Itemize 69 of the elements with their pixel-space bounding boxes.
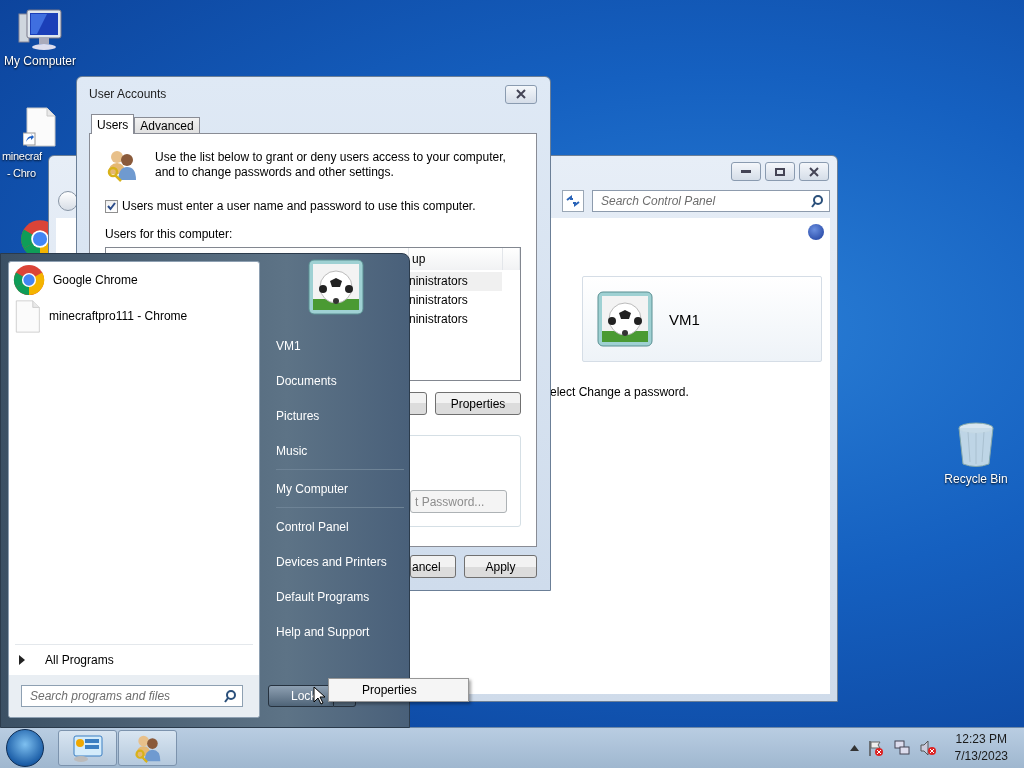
search-field[interactable]: Search Control Panel <box>592 190 830 212</box>
window-title: User Accounts <box>89 87 167 101</box>
network-icon[interactable] <box>892 739 911 757</box>
menu-item[interactable]: VM1 <box>268 328 404 363</box>
column-header[interactable]: up <box>409 248 503 270</box>
up-arrow-icon[interactable] <box>849 745 859 751</box>
close-icon <box>515 89 527 99</box>
users-icon <box>105 148 139 182</box>
minimize-button[interactable] <box>731 162 761 181</box>
control-panel-icon <box>70 733 105 763</box>
flag-icon[interactable] <box>866 739 885 757</box>
column-header <box>503 248 520 270</box>
clock-time[interactable]: 12:23 PM <box>955 731 1007 748</box>
cursor-icon <box>313 686 326 705</box>
close-icon <box>808 166 820 177</box>
menu-item[interactable]: Devices and Printers <box>268 544 404 579</box>
checkmark-icon <box>107 201 116 211</box>
recycle-bin-icon[interactable] <box>956 422 996 468</box>
instruction-text: elect Change a password. <box>550 385 690 399</box>
search-icon <box>811 194 823 208</box>
menu-item[interactable]: Documents <box>268 363 404 398</box>
menu-item[interactable]: Control Panel <box>268 509 404 544</box>
computer-icon[interactable] <box>17 8 63 52</box>
search-icon <box>224 689 236 703</box>
dialog-button[interactable]: ancel <box>410 555 456 578</box>
maximize-icon <box>775 167 785 176</box>
muted-speaker-icon[interactable] <box>918 739 937 757</box>
close-button[interactable] <box>799 162 829 181</box>
icon-label: Recycle Bin <box>944 472 1008 487</box>
program-item[interactable]: Google Chrome <box>9 262 259 298</box>
close-button[interactable] <box>505 84 537 104</box>
icon-label: minecraf <box>2 149 42 164</box>
menu-item[interactable]: Default Programs <box>268 579 404 614</box>
refresh-button[interactable] <box>562 190 584 212</box>
checkbox-label: Users must enter a user name and password to use this computer. <box>122 199 476 213</box>
minimize-icon <box>741 169 751 174</box>
soccer-ball-avatar <box>597 291 653 347</box>
tab[interactable]: Advanced <box>134 117 200 134</box>
menu-item[interactable]: My Computer <box>268 471 404 506</box>
description-text: Use the list below to grant or deny users access to your computer, and to change passwords and other settings. <box>155 149 506 180</box>
dialog-button[interactable]: Apply <box>464 555 537 578</box>
users-icon <box>132 733 163 763</box>
context-menu-item[interactable]: Properties <box>362 683 417 697</box>
menu-item[interactable]: Help and Support <box>268 614 404 649</box>
user-name: VM1 <box>669 310 700 328</box>
refresh-icon <box>566 195 580 207</box>
table-cell-text: ninistrators <box>409 292 468 309</box>
checkbox[interactable] <box>105 199 118 213</box>
soccer-ball-avatar <box>308 259 364 315</box>
menu-item[interactable]: Pictures <box>268 398 404 433</box>
icon-label: - Chro <box>7 166 36 181</box>
menu-item[interactable]: Music <box>268 433 404 468</box>
tab[interactable]: Users <box>91 114 135 134</box>
properties-button[interactable]: Properties <box>435 392 521 415</box>
triangle-icon <box>19 655 25 665</box>
list-label: Users for this computer: <box>105 227 234 241</box>
help-icon[interactable] <box>808 224 824 240</box>
table-cell-text: ninistrators <box>409 273 468 290</box>
shortcut-file-icon[interactable] <box>23 107 57 147</box>
clock-date[interactable]: 7/13/2023 <box>954 748 1008 765</box>
icon-label: My Computer <box>4 54 76 69</box>
back-button[interactable] <box>58 191 78 211</box>
taskbar-button[interactable] <box>118 730 177 766</box>
start-button[interactable] <box>6 729 44 767</box>
maximize-button[interactable] <box>765 162 795 181</box>
taskbar-button[interactable] <box>58 730 117 766</box>
search-field[interactable]: Search programs and files <box>21 685 243 707</box>
user-card[interactable]: VM1 <box>582 276 822 362</box>
program-item[interactable]: minecraftpro111 - Chrome <box>9 298 259 334</box>
